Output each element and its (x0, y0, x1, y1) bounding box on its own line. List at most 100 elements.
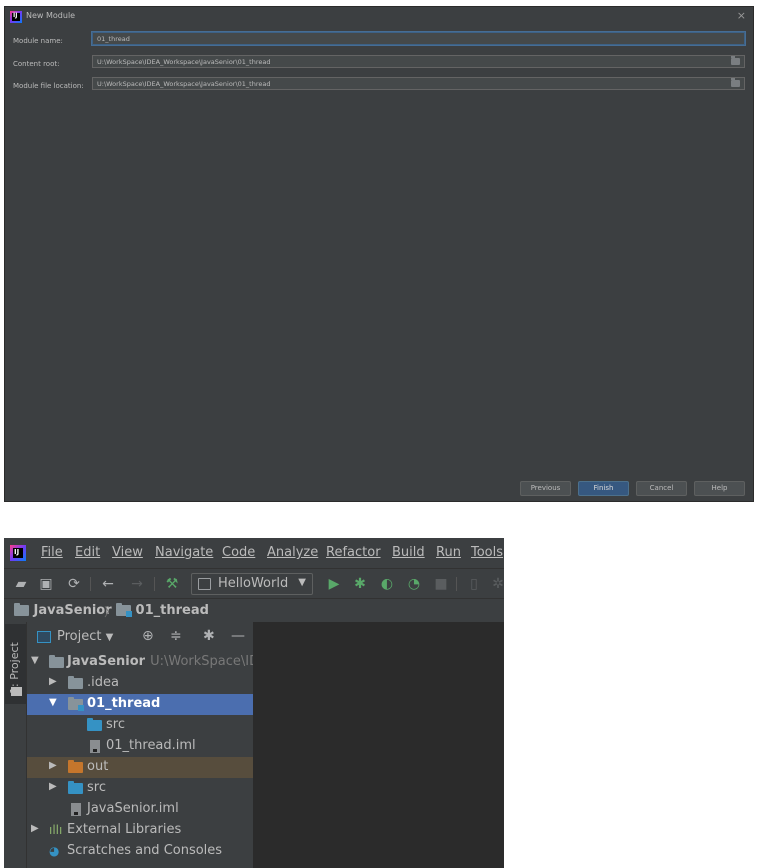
run-configuration-select[interactable]: HelloWorld ▼ (191, 573, 313, 595)
menu-navigate[interactable]: Navigate (155, 545, 213, 560)
module-file-location-label: Module file location: (13, 82, 84, 90)
expanded-arrow-icon: ▼ (31, 655, 39, 666)
project-tool-tab[interactable]: 1: Project (5, 624, 26, 704)
module-folder-icon (68, 697, 84, 711)
tree-item-javasenior-iml[interactable]: JavaSenior.iml (27, 799, 253, 820)
tree-item-external-libraries[interactable]: ▶ ıllı External Libraries (27, 820, 253, 841)
tree-item-out[interactable]: ▶ out (27, 757, 253, 778)
save-icon[interactable]: ▣ (38, 576, 54, 592)
tree-item-label: JavaSenior.iml (87, 801, 179, 816)
back-arrow-icon[interactable]: ← (100, 576, 116, 592)
libraries-icon: ıllı (49, 823, 63, 837)
finish-button[interactable]: Finish (578, 481, 629, 496)
iml-file-icon (71, 803, 81, 816)
close-icon[interactable]: × (737, 9, 746, 22)
menu-refactor[interactable]: Refactor (326, 545, 381, 560)
sync-icon[interactable]: ⟳ (66, 576, 82, 592)
menu-tools[interactable]: Tools (471, 545, 503, 560)
intellij-logo-icon: IJ (10, 545, 26, 561)
module-file-location-input[interactable]: U:\WorkSpace\IDEA_Workspace\JavaSenior\0… (92, 77, 745, 90)
scratches-icon: ◕ (49, 844, 60, 858)
intellij-app-icon: IJ (10, 11, 22, 23)
tree-item-idea[interactable]: ▶ .idea (27, 673, 253, 694)
project-panel: Project ▼ ⊕ ≑ ✱ — ▼ JavaSenior U:\WorkSpa… (27, 622, 253, 868)
toolbar-separator (90, 577, 91, 591)
menu-code[interactable]: Code (222, 545, 255, 560)
content-root-label: Content root: (13, 60, 60, 68)
project-tool-icon (11, 687, 22, 696)
stop-icon[interactable]: ■ (433, 576, 449, 592)
run-config-icon (198, 578, 211, 590)
forward-arrow-icon[interactable]: → (129, 576, 145, 592)
profile-icon[interactable]: ◔ (406, 576, 422, 592)
module-name-label: Module name: (13, 37, 63, 45)
breadcrumb-item-01-thread[interactable]: 01_thread (116, 603, 209, 618)
run-with-coverage-icon[interactable]: ◐ (379, 576, 395, 592)
breadcrumb: JavaSenior 〉 01_thread (4, 598, 504, 622)
tree-item-module-src[interactable]: src (27, 715, 253, 736)
toolbar-separator (154, 577, 155, 591)
new-module-dialog: IJ New Module × Module name: 01_thread C… (4, 6, 754, 502)
dialog-title: New Module (26, 11, 76, 20)
run-configuration-label: HelloWorld (218, 576, 289, 591)
build-hammer-icon[interactable]: ⚒ (164, 576, 180, 592)
module-file-location-value: U:\WorkSpace\IDEA_Workspace\JavaSenior\0… (97, 80, 271, 88)
project-view-select[interactable]: Project ▼ (57, 629, 113, 644)
tree-item-label: .idea (87, 675, 119, 690)
tree-item-label: src (87, 780, 106, 795)
main-toolbar: ▰ ▣ ⟳ ← → ⚒ HelloWorld ▼ ▶ ✱ ◐ ◔ ■ ▯ ✲ (4, 568, 504, 598)
collapse-all-icon[interactable]: ≑ (170, 628, 182, 644)
menu-analyze[interactable]: Analyze (267, 545, 318, 560)
tree-item-label: Scratches and Consoles (67, 843, 223, 858)
ide-window: IJ File Edit View Navigate Code Analyze … (4, 538, 504, 868)
chevron-down-icon: ▼ (105, 632, 114, 643)
menu-run[interactable]: Run (436, 545, 461, 560)
toolbar-separator (456, 577, 457, 591)
gear-icon[interactable]: ✱ (203, 628, 215, 644)
editor-area[interactable] (253, 622, 504, 868)
project-panel-header: Project ▼ ⊕ ≑ ✱ — (27, 622, 253, 652)
folder-icon (68, 676, 83, 689)
collapsed-arrow-icon: ▶ (31, 823, 39, 834)
browse-folder-icon[interactable] (731, 56, 740, 65)
attach-debugger-icon[interactable]: ▯ (466, 576, 482, 592)
expanded-arrow-icon: ▼ (49, 697, 57, 708)
open-folder-icon[interactable]: ▰ (13, 576, 29, 592)
module-name-value: 01_thread (97, 35, 130, 43)
tree-item-label: 01_thread.iml (106, 738, 196, 753)
tree-item-javasenior[interactable]: ▼ JavaSenior U:\WorkSpace\IDE (27, 652, 253, 673)
debug-icon[interactable]: ✱ (352, 576, 368, 592)
module-name-input[interactable]: 01_thread (92, 32, 745, 45)
help-button[interactable]: Help (694, 481, 745, 496)
content-root-input[interactable]: U:\WorkSpace\IDEA_Workspace\JavaSenior\0… (92, 55, 745, 68)
project-path: U:\WorkSpace\IDE (150, 654, 253, 669)
menu-file[interactable]: File (41, 545, 63, 560)
breadcrumb-item-javasenior[interactable]: JavaSenior (14, 603, 112, 618)
menu-edit[interactable]: Edit (75, 545, 100, 560)
browse-folder-icon[interactable] (731, 78, 740, 87)
collapsed-arrow-icon: ▶ (49, 676, 57, 687)
tree-item-label: 01_thread (87, 696, 161, 711)
tree-item-01-thread[interactable]: ▼ 01_thread (27, 694, 253, 715)
settings-partial-icon[interactable]: ✲ (490, 576, 504, 592)
tree-item-scratches[interactable]: ◕ Scratches and Consoles (27, 841, 253, 862)
menu-bar: IJ File Edit View Navigate Code Analyze … (4, 538, 504, 568)
source-folder-icon (68, 781, 83, 794)
source-folder-icon (87, 718, 102, 731)
menu-build[interactable]: Build (392, 545, 425, 560)
locate-file-icon[interactable]: ⊕ (142, 628, 154, 644)
menu-view[interactable]: View (112, 545, 143, 560)
cancel-button[interactable]: Cancel (636, 481, 687, 496)
tree-item-label: out (87, 759, 109, 774)
module-folder-icon (116, 603, 132, 617)
run-icon[interactable]: ▶ (326, 576, 342, 592)
project-folder-icon (14, 603, 29, 616)
breadcrumb-separator: 〉 (104, 605, 117, 619)
tree-item-01-thread-iml[interactable]: 01_thread.iml (27, 736, 253, 757)
tree-item-label: External Libraries (67, 822, 182, 837)
hide-panel-icon[interactable]: — (231, 628, 245, 644)
collapsed-arrow-icon: ▶ (49, 781, 57, 792)
tree-item-src[interactable]: ▶ src (27, 778, 253, 799)
dialog-title-bar: IJ New Module × (5, 7, 753, 27)
previous-button[interactable]: Previous (520, 481, 571, 496)
